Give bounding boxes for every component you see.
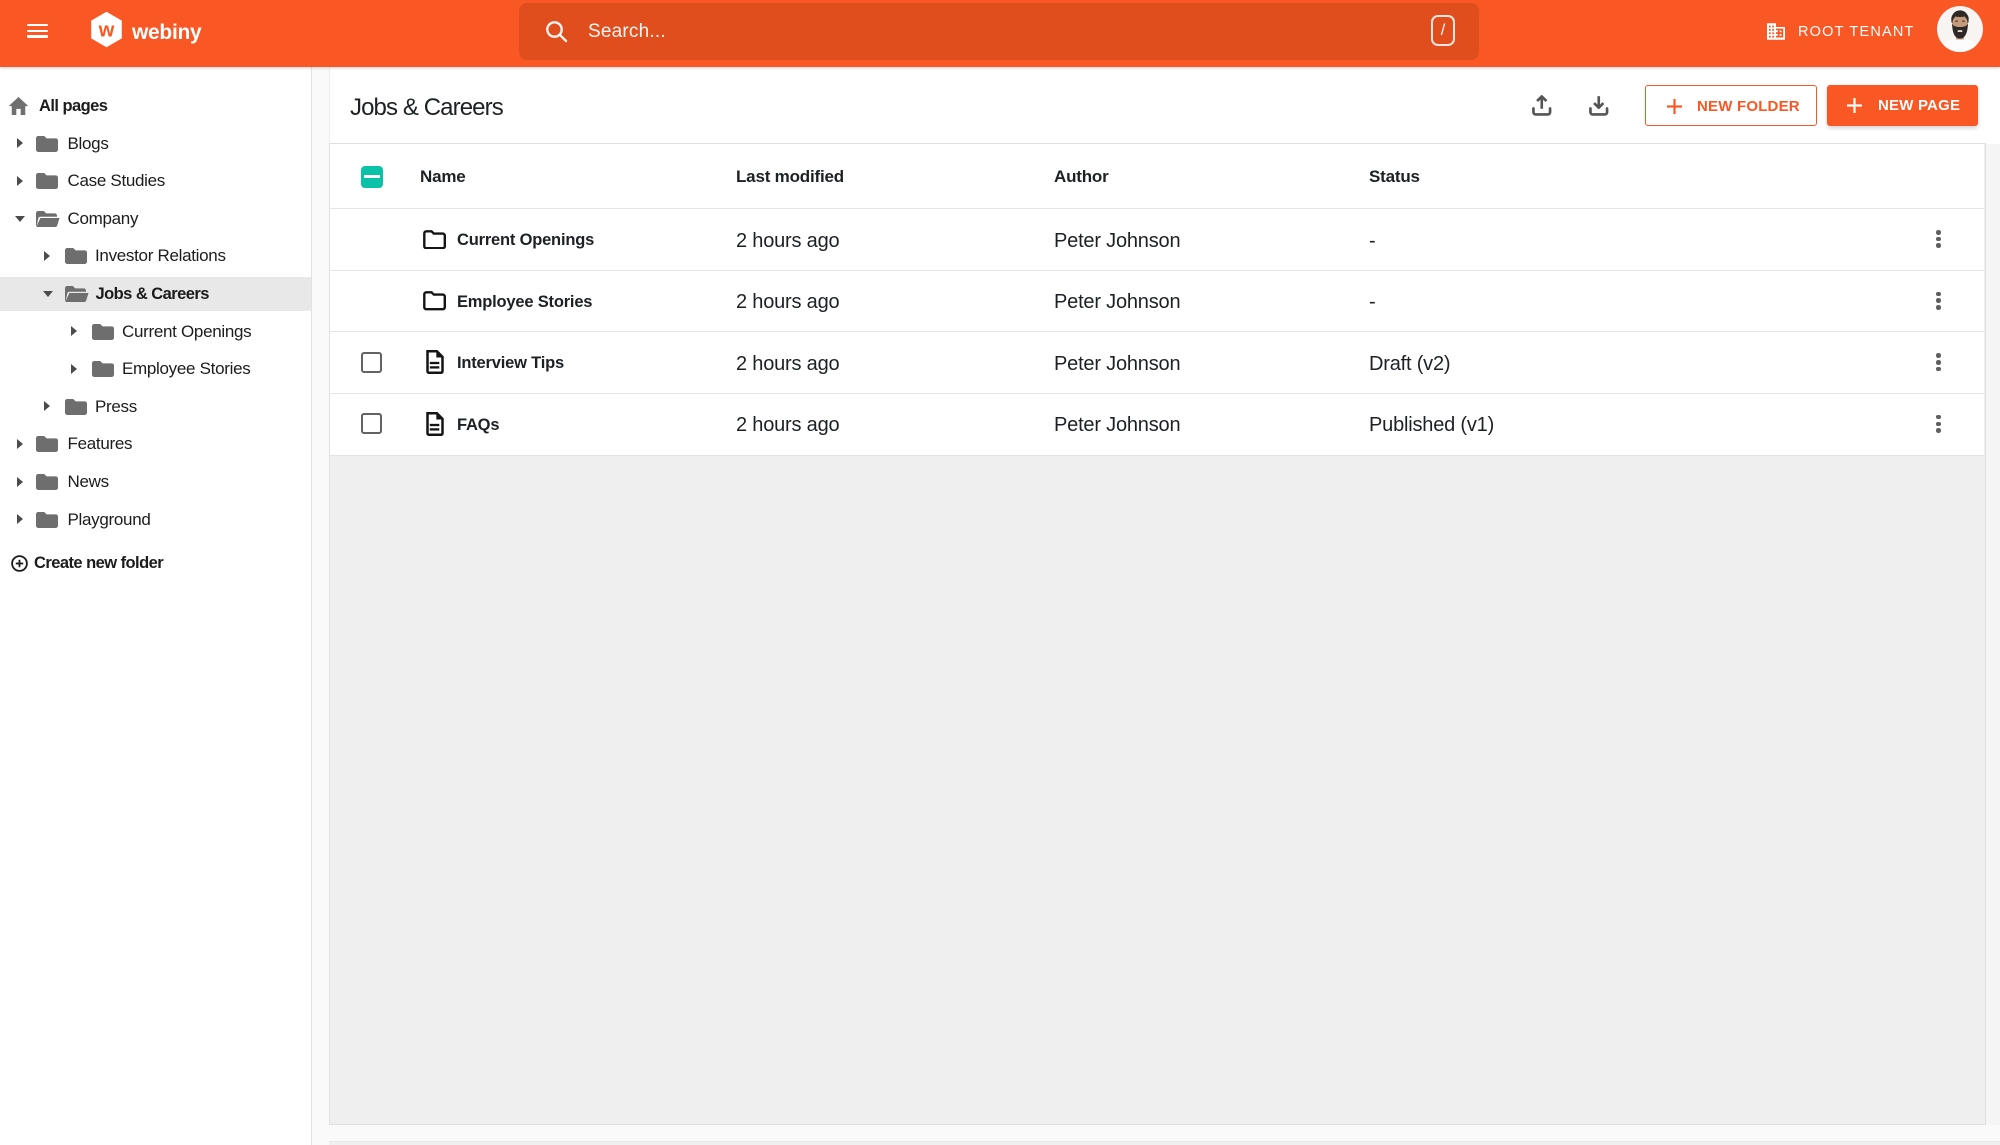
svg-text:w: w <box>97 19 114 41</box>
